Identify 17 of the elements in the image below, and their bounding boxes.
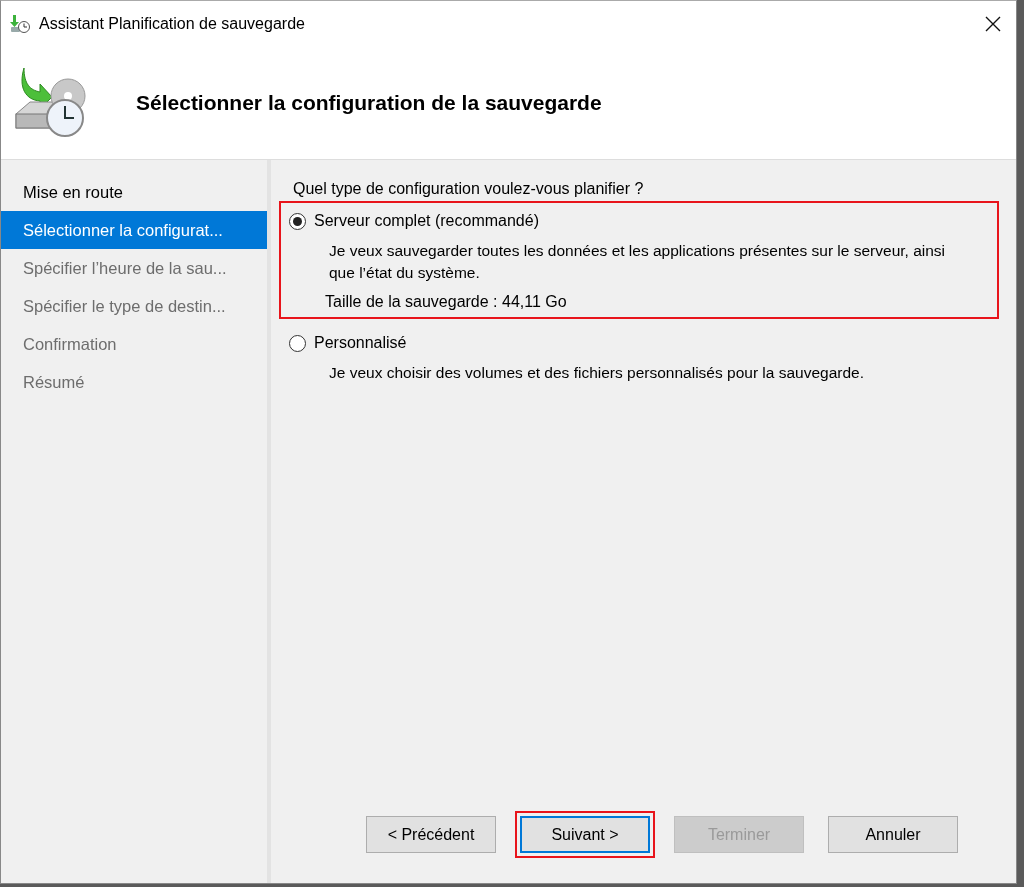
wizard-button[interactable]: < Précédent [366,816,496,853]
radio-button[interactable] [289,212,306,230]
option-description: Je veux sauvegarder toutes les données et les applications présentes sur le serveur, ainsi que l’état du système. [329,241,947,283]
option-description: Je veux choisir des volumes et des fichiers personnalisés pour la sauvegarde. [329,363,866,383]
wizard-step[interactable]: Sélectionner la configurat... [1,211,267,249]
option-label[interactable]: Personnalisé [314,334,407,352]
option-label[interactable]: Serveur complet (recommandé) [314,212,539,230]
close-icon [985,15,1001,32]
wizard-step[interactable]: Mise en route [1,173,267,211]
wizard-button[interactable]: Suivant > [520,816,650,853]
wizard-button[interactable]: Annuler [828,816,958,853]
question-label: Quel type de configuration voulez-vous planifier ? [293,180,645,198]
backup-clock-icon [9,13,31,34]
backup-size: Taille de la sauvegarde : 44,11 Go [325,293,568,311]
radio-button[interactable] [289,334,306,352]
page-heading: Sélectionner la configuration de la sauvegarde [136,90,602,115]
window-title: Assistant Planification de sauvegarde [39,14,306,33]
